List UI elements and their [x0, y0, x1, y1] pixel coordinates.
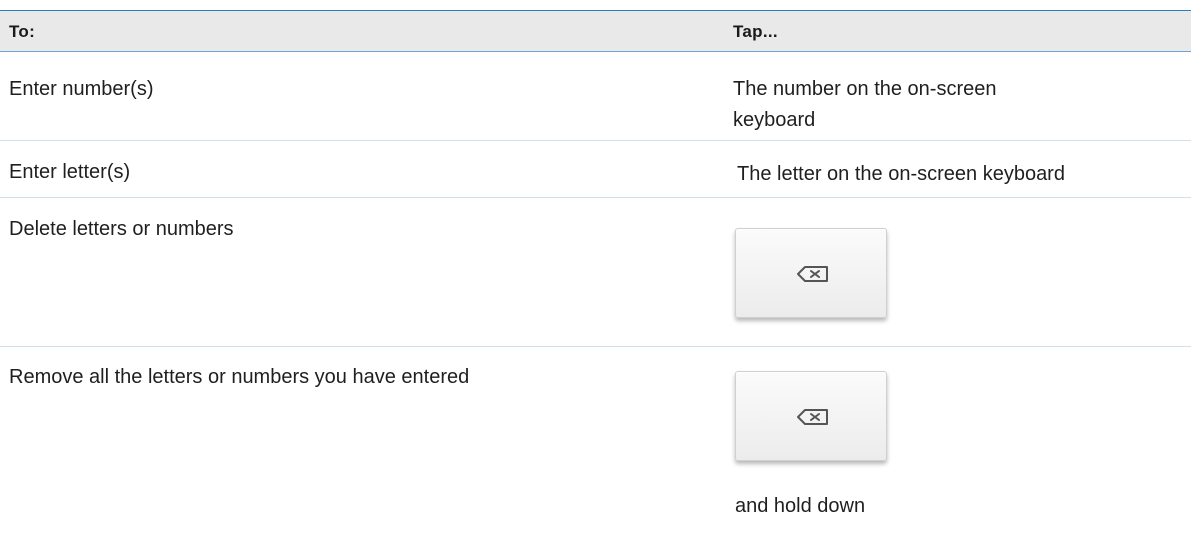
row-tap-note: and hold down [735, 495, 866, 517]
table-row: Enter letter(s) The letter on the on-scr… [0, 141, 1191, 197]
backspace-icon [797, 266, 828, 282]
table-row: Enter number(s) The number on the on-scr… [0, 52, 1191, 140]
row-action: Remove all the letters or numbers you ha… [9, 366, 470, 388]
table-row: Remove all the letters or numbers you ha… [0, 347, 1191, 542]
header-tap: Tap... [733, 22, 778, 41]
row-tap-line2: keyboard [733, 109, 816, 131]
table-row: Delete letters or numbers [0, 198, 1191, 346]
backspace-icon [797, 409, 828, 425]
row-action: Delete letters or numbers [9, 218, 234, 240]
row-action: Enter letter(s) [9, 161, 131, 183]
row-tap: The letter on the on-screen keyboard [737, 163, 1065, 185]
header-to: To: [9, 22, 36, 41]
row-action: Enter number(s) [9, 78, 154, 100]
backspace-key-image [735, 228, 887, 318]
table-header-row: To: Tap... [0, 10, 1191, 52]
instruction-table: To: Tap... Enter number(s) The number on… [0, 0, 1191, 542]
backspace-key-image [735, 371, 887, 461]
row-tap-line1: The number on the on-screen [733, 78, 997, 100]
